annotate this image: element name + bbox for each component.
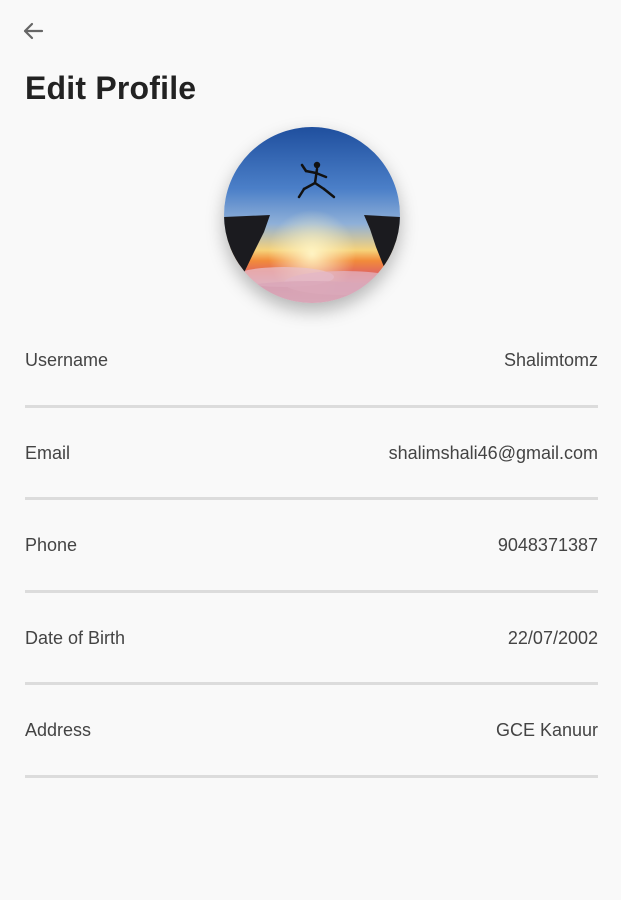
field-email[interactable]: Email shalimshali46@gmail.com: [25, 408, 598, 501]
field-label: Address: [25, 720, 92, 741]
back-button[interactable]: [18, 18, 48, 44]
profile-photo: [224, 127, 400, 303]
field-value: shalimshali46@gmail.com: [388, 442, 598, 463]
field-value: GCE Kanuur: [495, 720, 598, 741]
field-value: Shalimtomz: [503, 350, 598, 370]
field-value: 22/07/2002: [507, 627, 598, 648]
arrow-left-icon: [23, 22, 44, 40]
avatar[interactable]: [224, 127, 400, 303]
field-phone[interactable]: Phone 9048371387: [25, 500, 598, 593]
field-username[interactable]: Username Shalimtomz: [25, 315, 598, 408]
profile-fields: Username Shalimtomz Email shalimshali46@…: [25, 315, 598, 778]
field-label: Email: [25, 442, 71, 463]
field-date-of-birth[interactable]: Date of Birth 22/07/2002: [25, 593, 598, 686]
field-label: Username: [25, 350, 109, 370]
page-title: Edit Profile: [25, 70, 197, 106]
field-address[interactable]: Address GCE Kanuur: [25, 685, 598, 778]
field-value: 9048371387: [497, 535, 598, 556]
field-label: Date of Birth: [25, 627, 126, 648]
field-label: Phone: [25, 535, 78, 556]
